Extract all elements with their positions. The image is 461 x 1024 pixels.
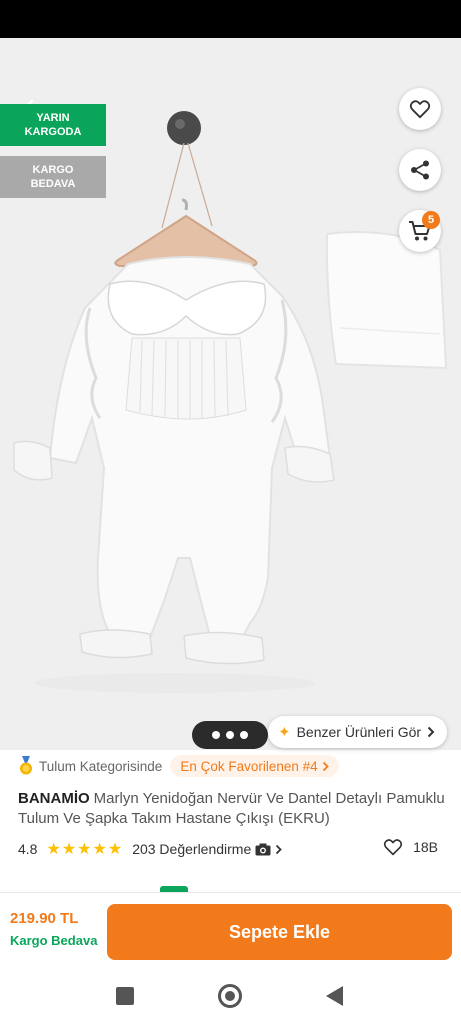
rating-value: 4.8 [18,841,38,857]
rating-stars: ★ ★ ★ ★ ★ [46,839,122,859]
chevron-right-icon [322,761,329,771]
sparkle-icon: ✦ [278,724,291,741]
similar-products-button[interactable]: ✦ Benzer Ürünleri Gör [268,716,448,748]
heart-icon [383,839,403,856]
star-icon: ★ [77,841,92,858]
cart-count-badge: 5 [422,211,440,229]
favorites-count[interactable]: 18B [383,838,438,856]
brand-name[interactable]: BANAMİO [18,790,90,807]
gallery-dot[interactable] [226,731,234,739]
next-day-delivery-badge: YARIN KARGODA [0,104,106,146]
nav-home-icon[interactable] [218,984,242,1008]
shipping-label: Kargo Bedava [10,933,98,948]
category-label: Tulum Kategorisinde [39,758,163,774]
gallery-pagination[interactable] [192,721,268,749]
purchase-bar: 219.90 TL Kargo Bedava Sepete Ekle [0,892,461,970]
star-icon: ★ [92,841,107,858]
gallery-dot[interactable] [240,731,248,739]
favorite-button[interactable] [399,88,441,130]
price: 219.90 TL [10,910,79,927]
next-day-line1: YARIN [36,112,70,124]
rating-row: 4.8 ★ ★ ★ ★ ★ 203 Değerlendirme 18B [18,838,448,860]
favorites-value: 18B [413,839,438,855]
share-icon [411,160,429,180]
star-icon: ★ [61,841,77,858]
gallery-dot[interactable] [212,731,220,739]
nav-back-icon[interactable] [326,986,343,1006]
nav-recents-icon[interactable] [116,987,134,1005]
medal-icon [20,756,32,775]
status-bar [0,0,461,38]
similar-products-label: Benzer Ürünleri Gör [296,724,422,740]
camera-icon [255,843,271,855]
star-icon: ★ [107,841,123,858]
reviews-label: 203 Değerlendirme [132,841,252,857]
chevron-right-icon [427,726,435,738]
heart-icon [409,100,431,119]
free-shipping-badge: KARGO BEDAVA [0,156,106,198]
add-to-cart-button[interactable]: Sepete Ekle [107,904,452,960]
next-day-line2: KARGODA [24,126,82,138]
reviews-link[interactable]: 203 Değerlendirme [132,841,283,857]
favorite-rank-tag[interactable]: En Çok Favorilenen #4 [170,755,339,777]
free-shipping-line1: KARGO [32,164,74,176]
product-detail-page: 5 YARIN KARGODA KARGO BEDAVA ✦ Benzer Ür… [0,0,461,1024]
star-icon: ★ [46,841,61,858]
cart-button[interactable]: 5 [399,210,441,252]
system-nav-bar [0,970,461,1024]
favorite-rank-label: En Çok Favorilenen #4 [180,758,318,774]
category-rank-row: Tulum Kategorisinde En Çok Favorilenen #… [18,754,339,778]
share-button[interactable] [399,149,441,191]
free-shipping-line2: BEDAVA [30,178,76,190]
chevron-right-icon [276,844,283,854]
product-title: BANAMİO Marlyn Yenidoğan Nervür Ve Dantel… [18,789,448,829]
